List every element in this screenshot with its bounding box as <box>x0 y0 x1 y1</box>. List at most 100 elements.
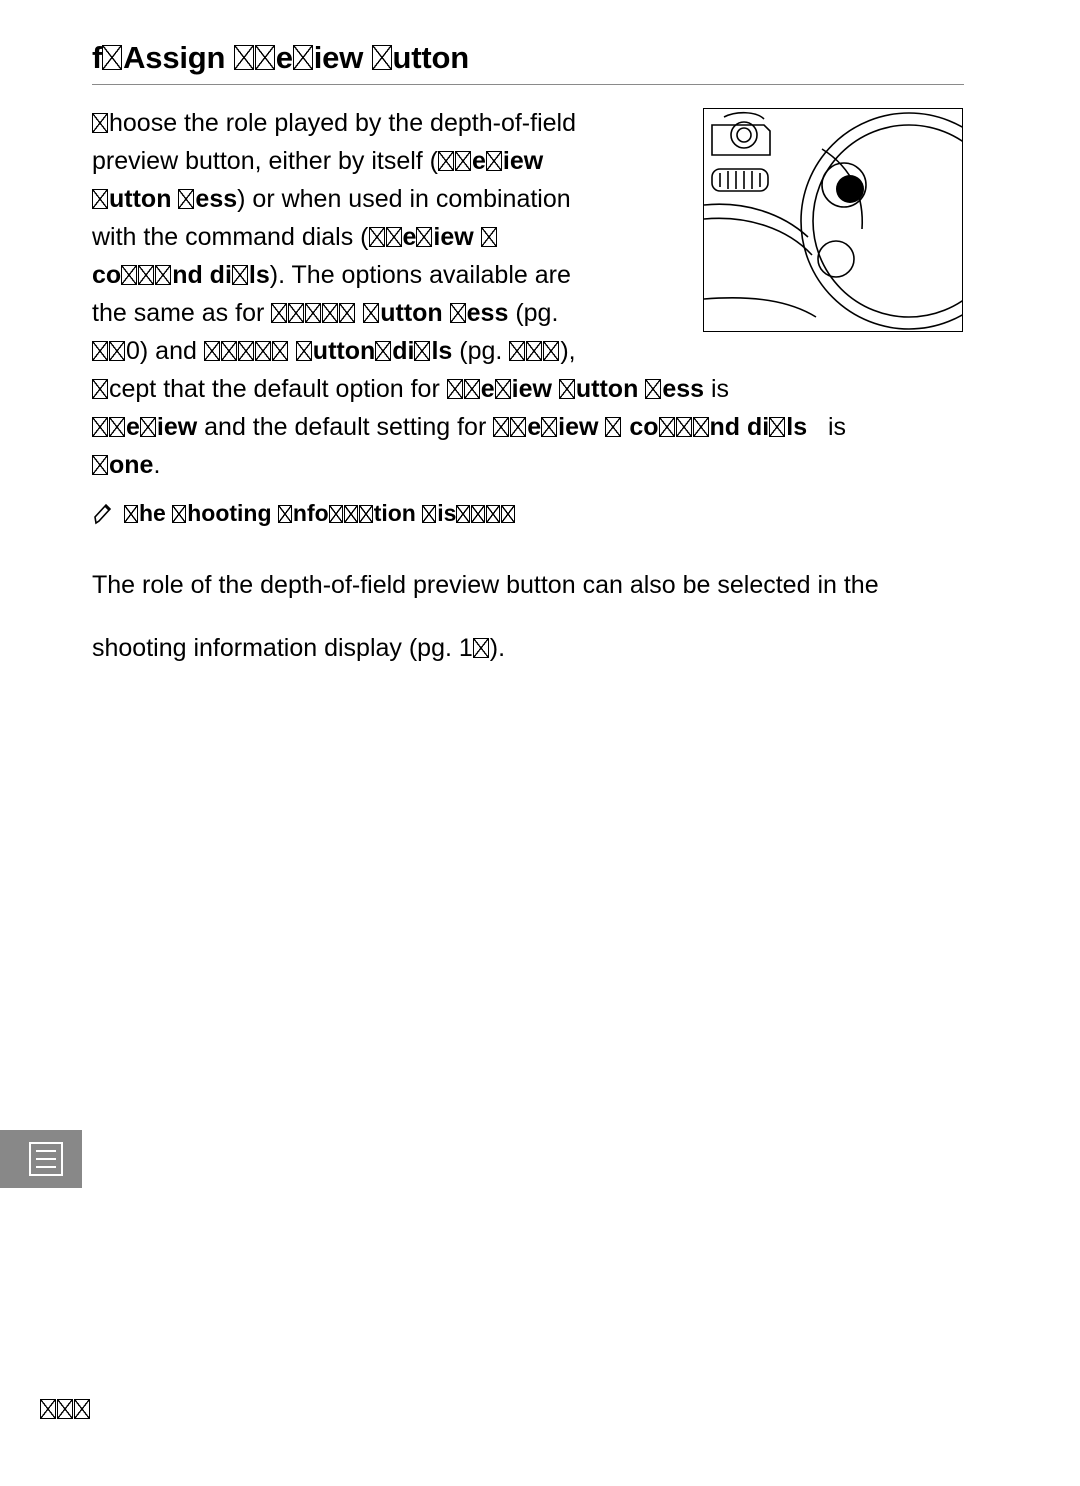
body-line-5-bold-b: nd di <box>172 261 232 289</box>
camera-illustration-svg <box>704 111 962 330</box>
heading-text-2: e <box>275 40 293 75</box>
body-full-1-text-b: is <box>704 375 730 403</box>
body-line-7-text-b: (pg. <box>459 337 503 365</box>
heading-text-1: Assign <box>123 40 234 75</box>
missing-glyph-icon <box>155 265 172 285</box>
body-full-3-text: . <box>153 451 161 479</box>
body-line-2-text: preview button, either by itself ( <box>92 147 438 175</box>
body-line-2-bold-b: iew <box>502 147 544 175</box>
missing-glyph-icon <box>501 505 516 523</box>
missing-glyph-icon <box>237 341 254 361</box>
missing-glyph-icon <box>692 417 709 437</box>
missing-glyph-icon <box>541 417 558 437</box>
missing-glyph-icon <box>109 341 125 361</box>
body-line-3-bold-b: ess <box>195 185 238 213</box>
body-full-2-bold-g: ls <box>786 413 808 441</box>
missing-glyph-icon <box>172 505 187 523</box>
body-full-1-bold-d: ess <box>662 375 705 403</box>
body-line-3: utton ess) or when used in combination <box>92 180 692 218</box>
heading-text-4: utton <box>392 40 470 75</box>
body-full-line-3: one. <box>92 446 972 484</box>
missing-glyph-icon <box>526 341 543 361</box>
body-full-3-bold-a: one <box>109 451 154 479</box>
heading-prefix: f <box>92 40 103 75</box>
document-page: f Assign e iew utton hoose the role play… <box>0 0 1080 1486</box>
missing-glyph-icon <box>414 341 431 361</box>
missing-glyph-icon <box>480 227 497 247</box>
missing-glyph-icon <box>322 303 339 323</box>
missing-glyph-icon <box>446 379 463 399</box>
note-body: The role of the depth-of-field preview b… <box>92 541 972 692</box>
missing-glyph-icon <box>645 379 662 399</box>
missing-glyph-icon <box>254 45 275 70</box>
body-line-2-bold-a: e <box>472 147 486 175</box>
body-full-2-bold-b: iew <box>156 413 198 441</box>
note-body-line-2-text: shooting information display (pg. 1 <box>92 634 473 662</box>
body-line-6-bold-a: utton <box>380 299 450 327</box>
missing-glyph-icon <box>92 189 108 209</box>
body-full-2-bold-f: nd di <box>709 413 770 441</box>
note-heading-text-1: he <box>139 500 173 526</box>
missing-glyph-icon <box>138 265 155 285</box>
missing-glyph-icon <box>74 1399 90 1419</box>
missing-glyph-icon <box>358 505 373 523</box>
missing-glyph-icon <box>343 505 358 523</box>
missing-glyph-icon <box>339 303 356 323</box>
missing-glyph-icon <box>472 638 489 658</box>
missing-glyph-icon <box>121 265 138 285</box>
missing-glyph-icon <box>368 227 385 247</box>
missing-glyph-icon <box>92 341 108 361</box>
note-heading-text-2: hooting <box>187 500 278 526</box>
missing-glyph-icon <box>416 227 433 247</box>
body-line-6-text: the same as for <box>92 299 265 327</box>
missing-glyph-icon <box>271 303 288 323</box>
body-line-7: 0) and utton di ls (pg. ), <box>92 332 692 370</box>
missing-glyph-icon <box>455 151 471 171</box>
note-body-line-2-text-b: ). <box>489 634 506 662</box>
body-line-7-bold-a: utton <box>312 337 376 365</box>
missing-glyph-icon <box>92 417 108 437</box>
note-body-line-1: The role of the depth-of-field preview b… <box>92 571 879 599</box>
missing-glyph-icon <box>92 379 108 399</box>
body-line-4-text: with the command dials ( <box>92 223 369 251</box>
body-full-2-text-b: is <box>827 413 847 441</box>
body-full-2-bold-d: iew <box>558 413 606 441</box>
missing-glyph-icon <box>510 417 527 437</box>
missing-glyph-icon <box>328 505 343 523</box>
body-line-4-bold-b: iew <box>433 223 481 251</box>
missing-glyph-icon <box>456 505 471 523</box>
missing-glyph-icon <box>438 151 454 171</box>
body-line-6-bold-b: ess <box>466 299 509 327</box>
body-line-2: preview button, either by itself ( e iew <box>92 142 692 180</box>
missing-glyph-icon <box>422 505 437 523</box>
body-line-1-text: hoose the role played by the depth-of-fi… <box>109 109 576 137</box>
menu-list-icon <box>29 1142 63 1176</box>
page-title: f Assign e iew utton <box>92 42 962 73</box>
missing-glyph-icon <box>109 417 125 437</box>
missing-glyph-icon <box>605 417 622 437</box>
missing-glyph-icon <box>449 303 466 323</box>
missing-glyph-icon <box>543 341 560 361</box>
missing-glyph-icon <box>558 379 575 399</box>
missing-glyph-icon <box>375 341 392 361</box>
missing-glyph-icon <box>288 303 305 323</box>
note-heading-text-3: nfo <box>292 500 329 526</box>
note-heading-text-5: is <box>437 500 457 526</box>
note-body-line-2: shooting information display (pg. 1). <box>92 629 972 667</box>
missing-glyph-icon <box>203 341 220 361</box>
missing-glyph-icon <box>40 1399 56 1419</box>
body-full-line-2: e iew and the default setting for e iew co… <box>92 408 972 446</box>
missing-glyph-icon <box>124 505 138 523</box>
page-heading-block: f Assign e iew utton <box>92 42 964 85</box>
body-line-3-text: ) or when used in combination <box>237 185 571 213</box>
missing-glyph-icon <box>231 265 248 285</box>
missing-glyph-icon <box>178 189 195 209</box>
body-line-7-text-c: ), <box>560 337 576 365</box>
missing-glyph-icon <box>463 379 480 399</box>
body-full-1-bold-b: iew <box>511 375 559 403</box>
body-full-line-1: cept that the default option for e iew ut… <box>92 370 972 408</box>
missing-glyph-icon <box>769 417 786 437</box>
heading-text-3: iew <box>313 40 372 75</box>
missing-glyph-icon <box>509 341 526 361</box>
missing-glyph-icon <box>295 341 312 361</box>
